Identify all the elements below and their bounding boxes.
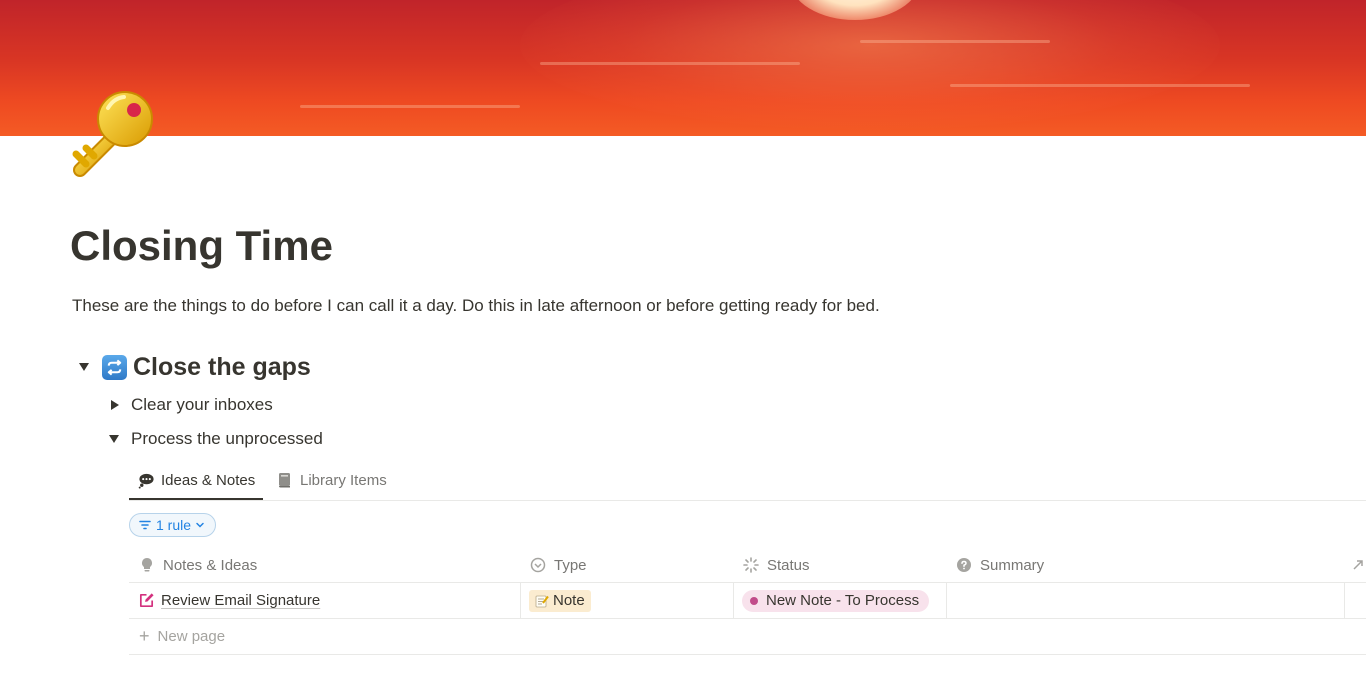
table-header: Notes & Ideas Type Status Summary: [129, 548, 1366, 583]
column-header-summary[interactable]: Summary: [956, 548, 1044, 582]
tab-label: Ideas & Notes: [161, 471, 256, 489]
plus-icon: +: [139, 626, 150, 646]
status-tag-label: New Note - To Process: [766, 592, 920, 609]
column-header-type[interactable]: Type: [530, 548, 587, 582]
old-key-icon[interactable]: [64, 88, 164, 180]
thought-bubble-icon: [137, 471, 155, 489]
row-title[interactable]: Review Email Signature: [161, 592, 320, 609]
column-header-notes-ideas[interactable]: Notes & Ideas: [139, 548, 257, 582]
page-description[interactable]: These are the things to do before I can …: [72, 294, 880, 318]
new-page-label: New page: [157, 628, 226, 645]
type-tag-label: Note: [553, 592, 585, 609]
column-label: Summary: [980, 556, 1045, 574]
toggle-block-clear-inboxes: Clear your inboxes: [104, 391, 273, 419]
type-tag: Note: [529, 589, 591, 612]
filter-rule-button[interactable]: 1 rule: [129, 513, 217, 537]
toggle-label[interactable]: Process the unprocessed: [131, 429, 323, 449]
new-page-button[interactable]: + New page: [129, 619, 1366, 655]
row-title-cell[interactable]: Review Email Signature: [129, 583, 521, 618]
row-summary-cell[interactable]: [946, 583, 1345, 618]
toggle-block-process-unprocessed: Process the unprocessed: [104, 425, 323, 453]
toggle-arrow-right-icon[interactable]: [104, 395, 124, 415]
select-circle-icon: [530, 557, 546, 573]
edit-pencil-icon: [138, 592, 155, 609]
tab-label: Library Items: [300, 471, 387, 489]
filter-rule-label: 1 rule: [156, 517, 192, 533]
column-label: Notes & Ideas: [163, 556, 258, 574]
database-table: Notes & Ideas Type Status Summary Review…: [129, 548, 1366, 655]
chevron-down-icon: [195, 517, 205, 533]
cover-cloud-streak: [860, 40, 1050, 43]
repeat-arrows-icon: [102, 354, 127, 380]
toggle-arrow-down-icon[interactable]: [104, 429, 124, 449]
tab-ideas-notes[interactable]: Ideas & Notes: [129, 462, 264, 500]
cover-cloud-streak: [950, 84, 1250, 87]
row-status-cell[interactable]: New Note - To Process: [733, 583, 947, 618]
toggle-label[interactable]: Clear your inboxes: [131, 395, 273, 415]
section-heading-toggle: Close the gaps: [74, 348, 311, 386]
page-title[interactable]: Closing Time: [70, 218, 333, 274]
status-spinner-icon: [743, 557, 759, 573]
section-heading[interactable]: Close the gaps: [133, 353, 311, 382]
book-icon: [276, 471, 294, 489]
column-header-status[interactable]: Status: [743, 548, 810, 582]
toggle-arrow-down-icon[interactable]: [74, 357, 94, 377]
cover-glow: [520, 0, 1220, 130]
memo-icon: [535, 594, 549, 608]
filter-icon: [139, 517, 151, 533]
tab-library-items[interactable]: Library Items: [276, 462, 387, 498]
question-circle-icon: [956, 557, 972, 573]
status-dot: [750, 596, 758, 605]
table-row[interactable]: Review Email Signature Note New Note - T…: [129, 583, 1366, 619]
column-label: Type: [554, 556, 587, 574]
row-type-cell[interactable]: Note: [520, 583, 734, 618]
cover-cloud-streak: [300, 105, 520, 108]
open-as-page-icon[interactable]: [1351, 548, 1365, 582]
cover-cloud-streak: [540, 62, 800, 65]
lightbulb-icon: [139, 557, 155, 573]
status-tag: New Note - To Process: [742, 589, 930, 612]
database-view-tabs: Ideas & Notes Library Items: [129, 462, 1366, 501]
column-label: Status: [767, 556, 810, 574]
page-cover[interactable]: [0, 0, 1366, 136]
